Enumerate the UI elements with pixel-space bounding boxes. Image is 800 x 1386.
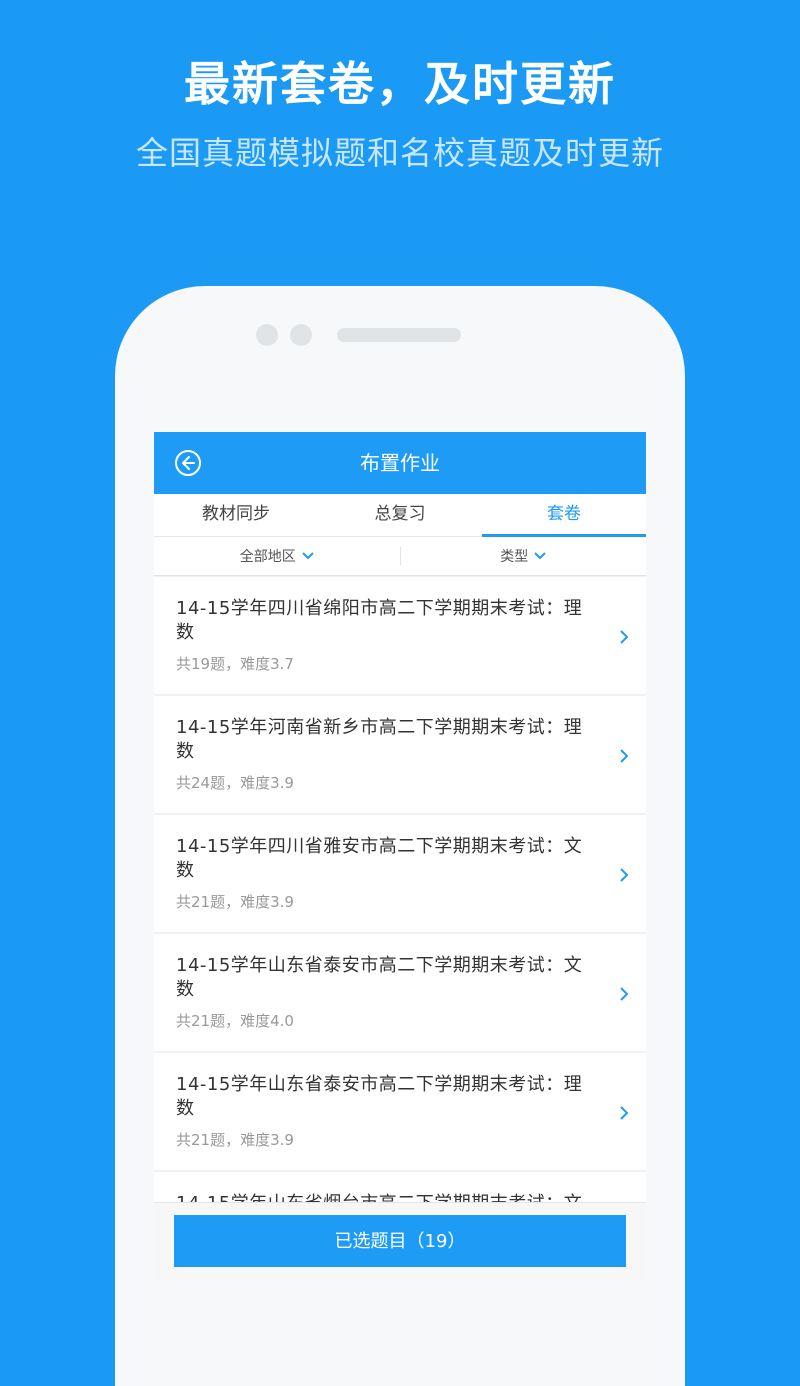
chevron-down-icon bbox=[302, 552, 314, 560]
paper-title: 14-15学年四川省绵阳市高二下学期期末考试：理数 bbox=[176, 598, 583, 643]
chevron-down-icon bbox=[534, 552, 546, 560]
promo-headline: 最新套卷，及时更新 bbox=[184, 57, 616, 111]
phone-sensor-dot bbox=[290, 324, 312, 346]
list-item[interactable]: 14-15学年山东省泰安市高二下学期期末考试：文数 共21题，难度4.0 bbox=[154, 934, 646, 1051]
promo-subheadline: 全国真题模拟题和名校真题及时更新 bbox=[135, 134, 664, 172]
type-filter[interactable]: 类型 bbox=[401, 537, 647, 575]
page-title: 布置作业 bbox=[360, 451, 440, 475]
tab-paper-sets[interactable]: 套卷 bbox=[482, 494, 646, 537]
tab-bar: 教材同步 总复习 套卷 bbox=[154, 494, 646, 537]
app-bar: 布置作业 bbox=[154, 432, 646, 494]
chevron-right-icon bbox=[620, 868, 628, 882]
region-filter[interactable]: 全部地区 bbox=[154, 537, 400, 575]
paper-title: 14-15学年四川省雅安市高二下学期期末考试：文数 bbox=[176, 836, 583, 881]
paper-meta: 共24题，难度3.9 bbox=[176, 774, 294, 792]
list-item[interactable]: 14-15学年河南省新乡市高二下学期期末考试：理数 共24题，难度3.9 bbox=[154, 696, 646, 813]
paper-meta: 共21题，难度4.0 bbox=[176, 1012, 294, 1030]
paper-title: 14-15学年河南省新乡市高二下学期期末考试：理数 bbox=[176, 717, 583, 762]
list-item[interactable]: 14-15学年四川省绵阳市高二下学期期末考试：理数 共19题，难度3.7 bbox=[154, 577, 646, 694]
list-item[interactable]: 14-15学年山东省泰安市高二下学期期末考试：理数 共21题，难度3.9 bbox=[154, 1053, 646, 1170]
chevron-right-icon bbox=[620, 749, 628, 763]
chevron-right-icon bbox=[620, 630, 628, 644]
app-screen: 布置作业 教材同步 总复习 套卷 全部地区 类型 14-15学年四川省绵阳市高二… bbox=[154, 432, 646, 1280]
bottom-bar: 已选题目（19） bbox=[154, 1202, 646, 1280]
region-filter-label: 全部地区 bbox=[239, 549, 296, 565]
filter-bar: 全部地区 类型 bbox=[154, 537, 646, 576]
paper-title: 14-15学年山东省泰安市高二下学期期末考试：文数 bbox=[176, 955, 583, 1000]
paper-meta: 共21题，难度3.9 bbox=[176, 893, 294, 911]
chevron-right-icon bbox=[620, 987, 628, 1001]
list-item[interactable]: 14-15学年四川省雅安市高二下学期期末考试：文数 共21题，难度3.9 bbox=[154, 815, 646, 932]
phone-camera-dot bbox=[256, 324, 278, 346]
selected-questions-button[interactable]: 已选题目（19） bbox=[174, 1215, 626, 1267]
paper-meta: 共19题，难度3.7 bbox=[176, 655, 294, 673]
chevron-right-icon bbox=[620, 1106, 628, 1120]
phone-speaker bbox=[337, 328, 461, 342]
paper-meta: 共21题，难度3.9 bbox=[176, 1131, 294, 1149]
paper-list: 14-15学年四川省绵阳市高二下学期期末考试：理数 共19题，难度3.7 14-… bbox=[154, 577, 646, 1280]
tab-general-review[interactable]: 总复习 bbox=[318, 494, 482, 536]
type-filter-label: 类型 bbox=[500, 549, 529, 565]
back-icon[interactable] bbox=[174, 449, 202, 477]
paper-title: 14-15学年山东省泰安市高二下学期期末考试：理数 bbox=[176, 1074, 583, 1119]
tab-textbook-sync[interactable]: 教材同步 bbox=[154, 494, 318, 536]
